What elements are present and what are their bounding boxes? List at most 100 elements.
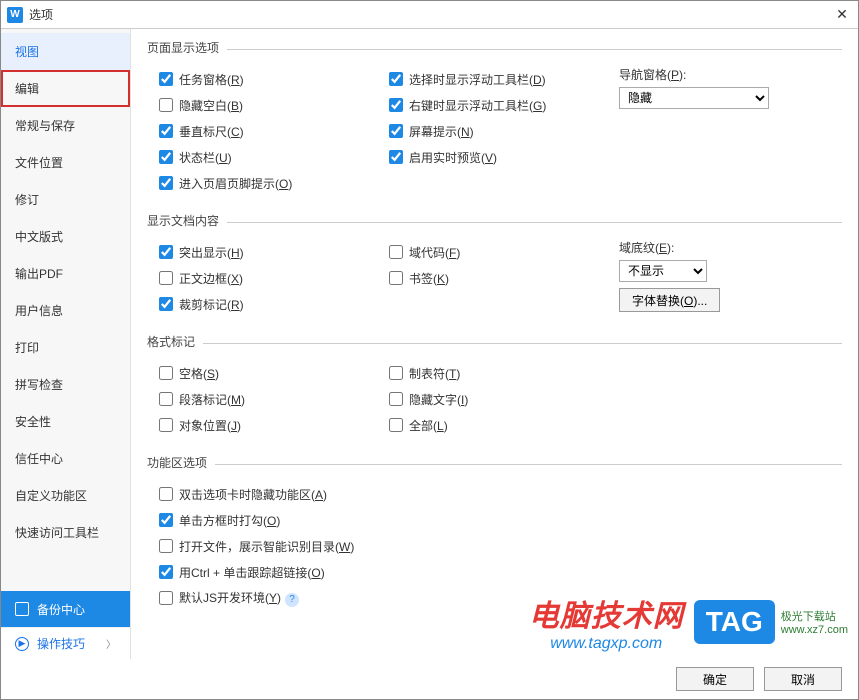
doc-opt-b-label-0: 域代码(F) xyxy=(409,244,460,261)
close-icon[interactable]: ✕ xyxy=(832,6,852,23)
group-marks-legend: 格式标记 xyxy=(147,333,203,354)
display-opt-a-label-1: 隐藏空白(B) xyxy=(179,97,243,114)
dialog-body: 视图编辑常规与保存文件位置修订中文版式输出PDF用户信息打印拼写检查安全性信任中… xyxy=(1,29,858,659)
marks-opt-a-2[interactable]: 对象位置(J) xyxy=(159,412,389,438)
backup-center-button[interactable]: 备份中心 xyxy=(1,591,130,627)
doc-opt-b-checkbox-1[interactable] xyxy=(389,271,403,285)
app-icon: W xyxy=(7,7,23,23)
ribbon-opt-3[interactable]: 用Ctrl + 单击跟踪超链接(O) xyxy=(159,559,842,585)
display-opt-b-checkbox-1[interactable] xyxy=(389,98,403,112)
doc-opt-a-label-2: 裁剪标记(R) xyxy=(179,296,244,313)
nav-pane-select[interactable]: 隐藏 xyxy=(619,87,769,109)
help-icon[interactable]: ? xyxy=(285,593,299,607)
marks-opt-b-checkbox-2[interactable] xyxy=(389,418,403,432)
marks-opt-b-1[interactable]: 隐藏文字(I) xyxy=(389,386,619,412)
doc-opt-a-1[interactable]: 正文边框(X) xyxy=(159,265,389,291)
sidebar-item-9[interactable]: 拼写检查 xyxy=(1,366,130,403)
display-opt-a-checkbox-3[interactable] xyxy=(159,150,173,164)
field-shading-select[interactable]: 不显示 xyxy=(619,260,707,282)
display-opt-b-checkbox-3[interactable] xyxy=(389,150,403,164)
tips-icon: ▶ xyxy=(15,637,29,651)
display-opt-b-1[interactable]: 右键时显示浮动工具栏(G) xyxy=(389,92,619,118)
sidebar-item-0[interactable]: 视图 xyxy=(1,33,130,70)
ribbon-opt-0[interactable]: 双击选项卡时隐藏功能区(A) xyxy=(159,481,842,507)
doc-opt-a-label-0: 突出显示(H) xyxy=(179,244,244,261)
sidebar-item-7[interactable]: 用户信息 xyxy=(1,292,130,329)
ribbon-opt-label-4: 默认JS开发环境(Y)? xyxy=(179,589,299,607)
display-opt-a-label-0: 任务窗格(R) xyxy=(179,71,244,88)
marks-opt-a-1[interactable]: 段落标记(M) xyxy=(159,386,389,412)
ribbon-opt-checkbox-4[interactable] xyxy=(159,591,173,605)
display-opt-a-2[interactable]: 垂直标尺(C) xyxy=(159,118,389,144)
tips-label: 操作技巧 xyxy=(37,635,85,652)
doc-opt-b-1[interactable]: 书签(K) xyxy=(389,265,619,291)
display-opt-b-2[interactable]: 屏幕提示(N) xyxy=(389,118,619,144)
display-opt-b-0[interactable]: 选择时显示浮动工具栏(D) xyxy=(389,66,619,92)
marks-opt-b-checkbox-0[interactable] xyxy=(389,366,403,380)
ribbon-opt-checkbox-3[interactable] xyxy=(159,565,173,579)
display-opt-a-checkbox-4[interactable] xyxy=(159,176,173,190)
display-opt-b-3[interactable]: 启用实时预览(V) xyxy=(389,144,619,170)
options-dialog: W 选项 ✕ 视图编辑常规与保存文件位置修订中文版式输出PDF用户信息打印拼写检… xyxy=(0,0,859,700)
doc-opt-b-0[interactable]: 域代码(F) xyxy=(389,239,619,265)
display-opt-a-checkbox-0[interactable] xyxy=(159,72,173,86)
sidebar-item-12[interactable]: 自定义功能区 xyxy=(1,477,130,514)
marks-opt-a-label-1: 段落标记(M) xyxy=(179,391,245,408)
sidebar-item-13[interactable]: 快速访问工具栏 xyxy=(1,514,130,551)
sidebar-item-10[interactable]: 安全性 xyxy=(1,403,130,440)
font-substitution-button[interactable]: 字体替换(O)... xyxy=(619,288,720,312)
sidebar-item-8[interactable]: 打印 xyxy=(1,329,130,366)
marks-opt-a-checkbox-0[interactable] xyxy=(159,366,173,380)
ribbon-opt-2[interactable]: 打开文件，展示智能识别目录(W) xyxy=(159,533,842,559)
ok-button[interactable]: 确定 xyxy=(676,667,754,691)
display-opt-b-label-1: 右键时显示浮动工具栏(G) xyxy=(409,97,546,114)
group-format-marks: 格式标记 空格(S) 段落标记(M) 对象位置(J) 制表符(T) 隐藏文字(I) 全部… xyxy=(147,333,842,444)
display-opt-a-label-3: 状态栏(U) xyxy=(179,149,232,166)
group-ribbon: 功能区选项 双击选项卡时隐藏功能区(A)单击方框时打勾(O)打开文件，展示智能识… xyxy=(147,454,842,617)
display-opt-a-1[interactable]: 隐藏空白(B) xyxy=(159,92,389,118)
marks-opt-a-0[interactable]: 空格(S) xyxy=(159,360,389,386)
ribbon-opt-1[interactable]: 单击方框时打勾(O) xyxy=(159,507,842,533)
marks-opt-b-0[interactable]: 制表符(T) xyxy=(389,360,619,386)
display-opt-b-checkbox-2[interactable] xyxy=(389,124,403,138)
group-display: 页面显示选项 任务窗格(R)隐藏空白(B)垂直标尺(C)状态栏(U)进入页眉页脚… xyxy=(147,39,842,202)
doc-opt-a-checkbox-2[interactable] xyxy=(159,297,173,311)
ribbon-opt-label-3: 用Ctrl + 单击跟踪超链接(O) xyxy=(179,564,325,581)
ribbon-opt-4[interactable]: 默认JS开发环境(Y)? xyxy=(159,585,842,611)
dialog-footer: 确定 取消 xyxy=(1,659,858,699)
sidebar-item-3[interactable]: 文件位置 xyxy=(1,144,130,181)
display-opt-b-label-0: 选择时显示浮动工具栏(D) xyxy=(409,71,546,88)
marks-opt-a-checkbox-2[interactable] xyxy=(159,418,173,432)
sidebar-item-6[interactable]: 输出PDF xyxy=(1,255,130,292)
ribbon-opt-checkbox-0[interactable] xyxy=(159,487,173,501)
backup-icon xyxy=(15,602,29,616)
sidebar-item-11[interactable]: 信任中心 xyxy=(1,440,130,477)
content-panel: 页面显示选项 任务窗格(R)隐藏空白(B)垂直标尺(C)状态栏(U)进入页眉页脚… xyxy=(131,29,858,659)
tips-link[interactable]: ▶ 操作技巧 〉 xyxy=(1,627,130,659)
marks-opt-b-label-1: 隐藏文字(I) xyxy=(409,391,468,408)
marks-opt-a-checkbox-1[interactable] xyxy=(159,392,173,406)
display-opt-b-checkbox-0[interactable] xyxy=(389,72,403,86)
ribbon-opt-checkbox-1[interactable] xyxy=(159,513,173,527)
marks-opt-b-checkbox-1[interactable] xyxy=(389,392,403,406)
sidebar-item-4[interactable]: 修订 xyxy=(1,181,130,218)
sidebar: 视图编辑常规与保存文件位置修订中文版式输出PDF用户信息打印拼写检查安全性信任中… xyxy=(1,29,131,659)
sidebar-item-1[interactable]: 编辑 xyxy=(1,70,130,107)
window-title: 选项 xyxy=(29,6,832,23)
display-opt-a-3[interactable]: 状态栏(U) xyxy=(159,144,389,170)
doc-opt-a-2[interactable]: 裁剪标记(R) xyxy=(159,291,389,317)
display-opt-a-checkbox-1[interactable] xyxy=(159,98,173,112)
doc-opt-a-checkbox-0[interactable] xyxy=(159,245,173,259)
doc-opt-a-0[interactable]: 突出显示(H) xyxy=(159,239,389,265)
display-opt-a-0[interactable]: 任务窗格(R) xyxy=(159,66,389,92)
marks-opt-b-2[interactable]: 全部(L) xyxy=(389,412,619,438)
sidebar-item-2[interactable]: 常规与保存 xyxy=(1,107,130,144)
display-opt-a-checkbox-2[interactable] xyxy=(159,124,173,138)
doc-opt-b-checkbox-0[interactable] xyxy=(389,245,403,259)
display-opt-a-4[interactable]: 进入页眉页脚提示(O) xyxy=(159,170,389,196)
cancel-button[interactable]: 取消 xyxy=(764,667,842,691)
doc-opt-a-checkbox-1[interactable] xyxy=(159,271,173,285)
doc-opt-a-label-1: 正文边框(X) xyxy=(179,270,243,287)
ribbon-opt-checkbox-2[interactable] xyxy=(159,539,173,553)
sidebar-item-5[interactable]: 中文版式 xyxy=(1,218,130,255)
